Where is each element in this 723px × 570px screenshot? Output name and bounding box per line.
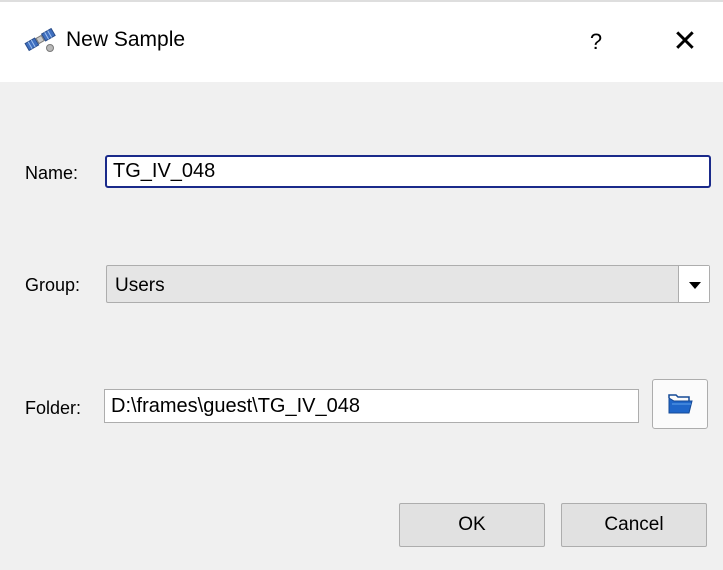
- folder-input-value: D:\frames\guest\TG_IV_048: [111, 395, 361, 417]
- folder-open-icon: [667, 392, 695, 421]
- title-bar[interactable]: New Sample ? ✕: [0, 2, 723, 82]
- close-button[interactable]: ✕: [661, 18, 709, 66]
- cancel-button[interactable]: Cancel: [561, 503, 707, 547]
- ok-button[interactable]: OK: [399, 503, 545, 547]
- help-button[interactable]: ?: [572, 18, 620, 66]
- name-input-value: TG_IV_048: [113, 160, 216, 182]
- group-selected-value: Users: [115, 275, 165, 296]
- name-input[interactable]: TG_IV_048: [105, 155, 711, 188]
- group-label: Group:: [25, 275, 81, 295]
- browse-folder-button[interactable]: [652, 379, 708, 429]
- dialog-body: Name: TG_IV_048 Group: Users Folder: D:\…: [0, 82, 723, 570]
- name-label: Name:: [25, 163, 79, 183]
- group-combobox[interactable]: Users: [106, 265, 710, 303]
- folder-input[interactable]: D:\frames\guest\TG_IV_048: [104, 389, 639, 423]
- chevron-down-icon[interactable]: [678, 266, 709, 302]
- folder-label: Folder:: [25, 398, 82, 418]
- satellite-icon: [24, 24, 58, 54]
- dialog-title: New Sample: [66, 28, 186, 51]
